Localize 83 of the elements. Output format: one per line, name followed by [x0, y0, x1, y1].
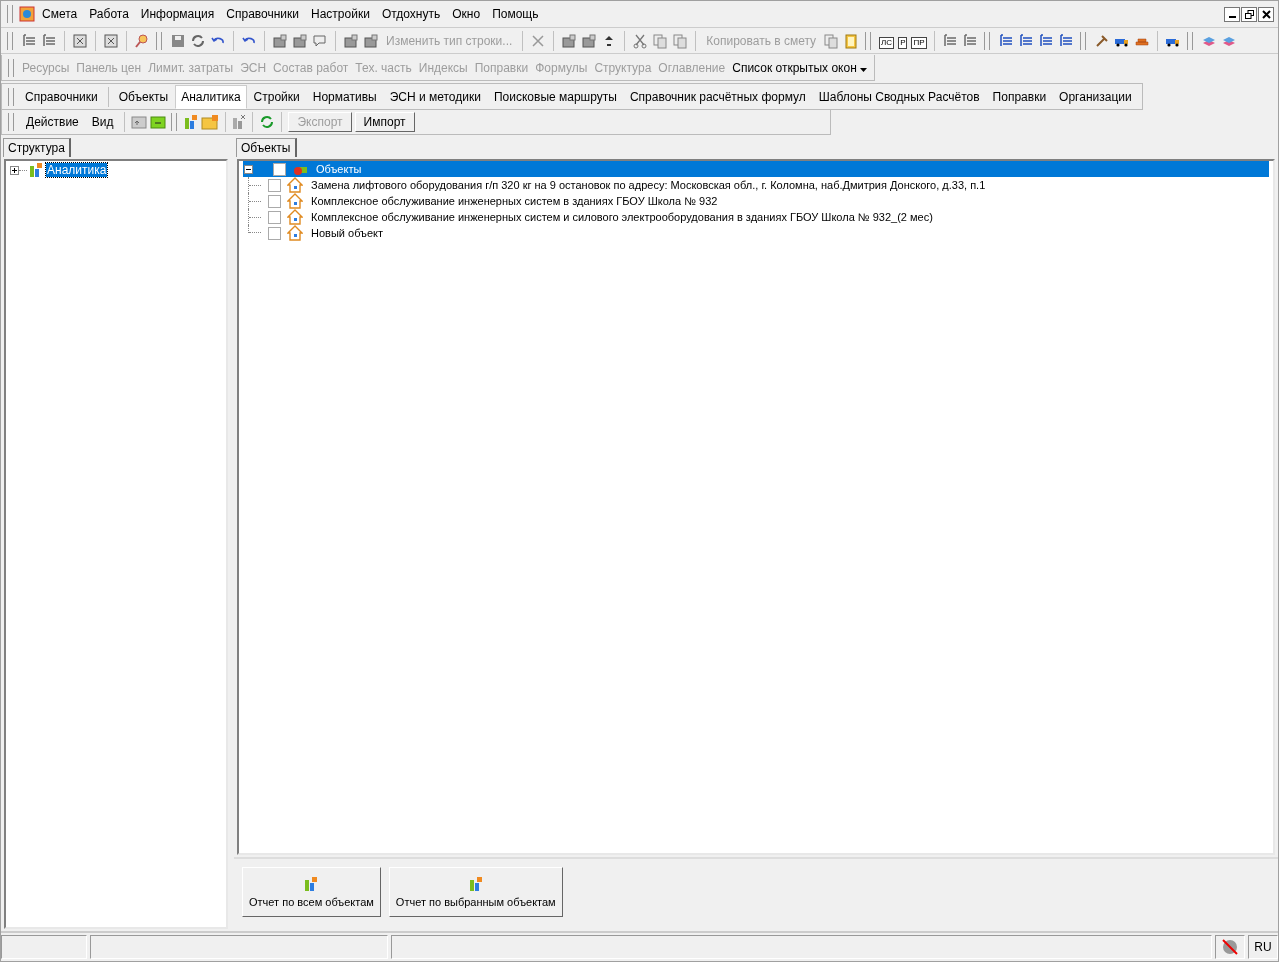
tree-row[interactable]: Комплексное обслуживание инженерных систем в зданиях ГБОУ Школа № 932: [243, 193, 1269, 209]
section-tab[interactable]: Шаблоны Сводных Расчётов: [812, 84, 986, 109]
section-tab[interactable]: ЭСН и методики: [383, 84, 487, 109]
action-menu[interactable]: Действие: [21, 113, 84, 131]
indent-lines-icon[interactable]: [997, 32, 1014, 49]
close-button[interactable]: [1258, 6, 1274, 22]
section-tab[interactable]: Организации: [1053, 84, 1138, 109]
tree-list-icon[interactable]: [21, 32, 37, 49]
app-logo-icon: [19, 6, 35, 22]
close-icon[interactable]: [530, 32, 547, 49]
menu-item[interactable]: Окно: [447, 5, 486, 23]
indent-lines-icon[interactable]: [1017, 32, 1034, 49]
copy-icon[interactable]: [823, 32, 840, 49]
checkbox[interactable]: [268, 178, 281, 192]
tree-row[interactable]: Комплексное обслуживание инженерных систем и силового электрооборудования в зданиях ГБОУ Школа № 932_(2 мес): [243, 209, 1269, 225]
indent-lines-icon[interactable]: [1037, 32, 1054, 49]
menu-item[interactable]: Справочники: [221, 5, 305, 23]
indent-lines-icon[interactable]: [1057, 32, 1074, 49]
chart-gear-icon: [304, 876, 319, 892]
checkbox[interactable]: [268, 226, 281, 240]
tree-row[interactable]: Объекты: [243, 161, 1269, 177]
house-icon: [287, 177, 303, 193]
speech-bubble-icon[interactable]: [312, 32, 328, 49]
caret-icon: [860, 67, 868, 72]
menu-item[interactable]: Настройки: [306, 5, 375, 23]
tree-row[interactable]: Новый объект: [243, 225, 1269, 241]
muted-sound-icon: [1221, 938, 1239, 956]
section-tab[interactable]: Справочники: [19, 84, 104, 109]
folder-gear-icon[interactable]: [201, 114, 220, 130]
clipboard-icon[interactable]: [843, 32, 860, 49]
menu-item[interactable]: Смета: [37, 5, 83, 23]
tree-item[interactable]: Аналитика: [46, 163, 108, 177]
tree-list-icon[interactable]: [961, 32, 978, 49]
panel-tab[interactable]: Структура: [3, 138, 71, 157]
tree-list-icon[interactable]: [941, 32, 958, 49]
menu-item[interactable]: Помощь: [487, 5, 544, 23]
section-tab[interactable]: Аналитика: [175, 84, 247, 109]
box-gear-icon[interactable]: [272, 32, 288, 49]
menu-item[interactable]: Работа: [84, 5, 134, 23]
tree-row[interactable]: Замена лифтового оборудования г/п 320 кг на 9 остановок по адресу: Московская обл., г. Коломна, наб.Дмитрия Донского, д.33, п.1: [243, 177, 1269, 193]
document-letter-icon[interactable]: ПР: [911, 36, 927, 49]
save-icon[interactable]: [170, 32, 186, 49]
report-button[interactable]: Отчет по всем объектам: [242, 867, 381, 917]
refresh-icon[interactable]: [190, 32, 206, 49]
minimize-icon: [1228, 16, 1236, 18]
expand-icon[interactable]: [10, 165, 19, 175]
copy-icon[interactable]: [652, 32, 669, 49]
scissors-icon[interactable]: [632, 32, 649, 49]
house-icon: [287, 193, 303, 209]
copy-icon[interactable]: [672, 32, 689, 49]
action-menu[interactable]: Вид: [86, 113, 119, 131]
document-letter-icon[interactable]: Р: [898, 36, 908, 49]
search-icon[interactable]: [134, 32, 150, 49]
section-tab[interactable]: Поправки: [986, 84, 1053, 109]
menu-item[interactable]: Отдохнуть: [376, 5, 446, 23]
section-tab[interactable]: Справочник расчётных формул: [623, 84, 812, 109]
bar-chart-icon: [29, 162, 43, 178]
house-icon: [287, 225, 303, 241]
minimize-button[interactable]: [1224, 6, 1240, 22]
panel-tab[interactable]: Объекты: [236, 138, 297, 157]
checkbox[interactable]: [273, 162, 286, 176]
menu-item[interactable]: Информация: [135, 5, 220, 23]
house-icon: [287, 209, 303, 225]
folder-minus-icon[interactable]: [150, 114, 167, 130]
checkbox[interactable]: [268, 194, 281, 208]
chart-gear-icon: [468, 876, 483, 892]
section-tab[interactable]: Поисковые маршруты: [487, 84, 623, 109]
document-letter-icon[interactable]: ЛС: [879, 36, 895, 49]
box-gear-icon[interactable]: [292, 32, 308, 49]
chart-gear-icon: [184, 114, 199, 130]
report-button[interactable]: Отчет по выбранным объектам: [388, 867, 563, 917]
restore-button[interactable]: [1241, 6, 1257, 22]
refresh-icon[interactable]: [259, 114, 276, 130]
section-tab[interactable]: Объекты: [112, 84, 175, 109]
section-tab[interactable]: Стройки: [247, 84, 306, 109]
open-windows-dropdown[interactable]: Список открытых окон: [729, 58, 871, 77]
section-tab[interactable]: Нормативы: [306, 84, 383, 109]
action-button[interactable]: Импорт: [354, 112, 415, 132]
collapse-icon[interactable]: [244, 164, 253, 174]
checkbox[interactable]: [268, 210, 281, 224]
language-indicator: RU: [1248, 935, 1278, 959]
tree-list-icon[interactable]: [41, 32, 57, 49]
chart-delete-icon[interactable]: [232, 114, 247, 130]
